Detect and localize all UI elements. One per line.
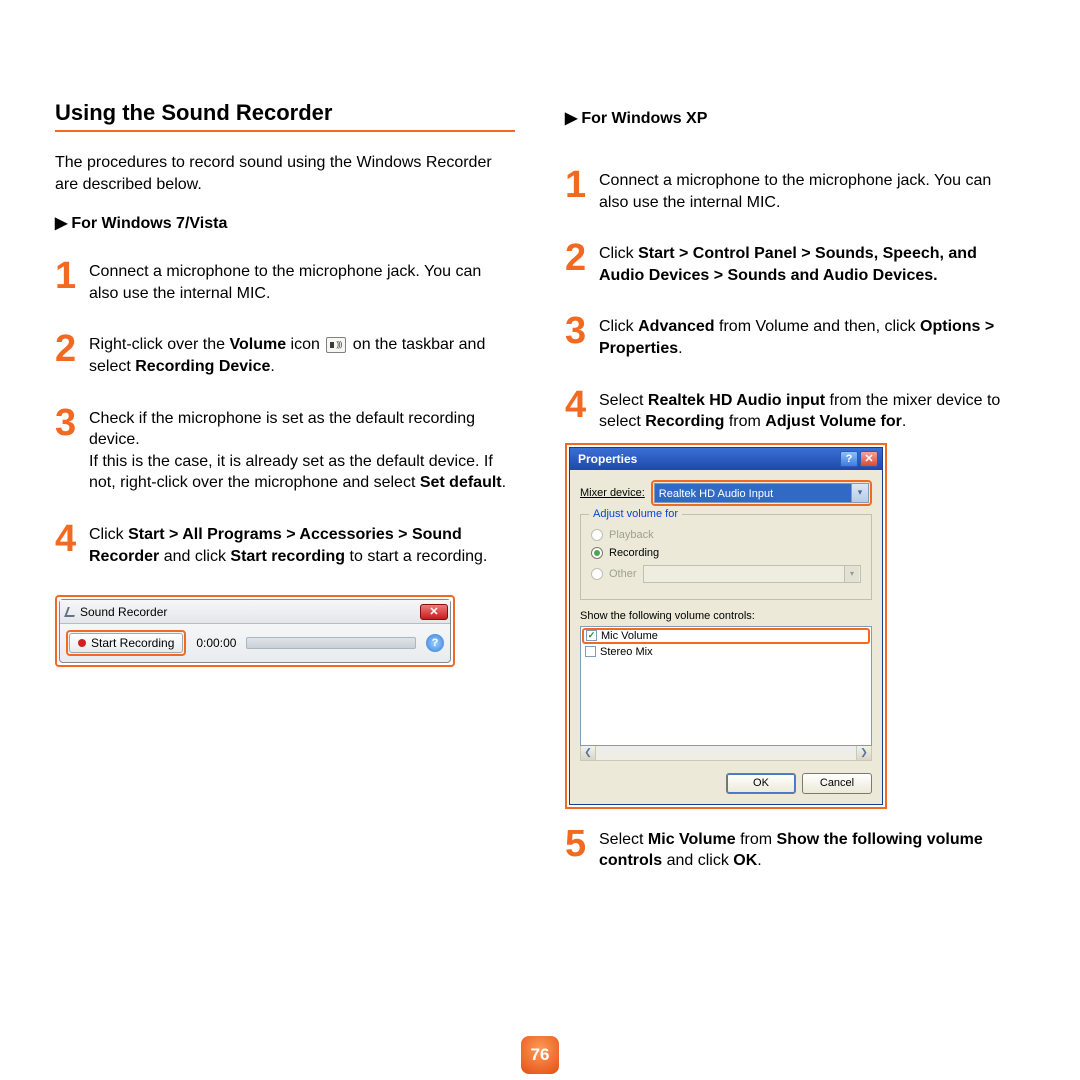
step-number: 4 (55, 522, 89, 567)
step-number: 3 (565, 314, 599, 359)
right-column: ▶For Windows XP 1 Connect a microphone t… (565, 90, 1025, 872)
section-title: Using the Sound Recorder (55, 100, 515, 126)
step-number: 1 (55, 259, 89, 304)
step-text: Right-click over the Volume icon ))) on … (89, 332, 515, 377)
left-step-2: 2 Right-click over the Volume icon ))) o… (55, 332, 515, 377)
cancel-button[interactable]: Cancel (802, 773, 872, 794)
close-icon[interactable]: ✕ (860, 451, 878, 467)
right-step-1: 1 Connect a microphone to the microphone… (565, 168, 1025, 213)
start-recording-button[interactable]: Start Recording (69, 633, 183, 653)
recorder-title: Sound Recorder (80, 605, 420, 619)
triangle-icon: ▶ (55, 213, 67, 233)
dialog-title: Properties (578, 452, 838, 466)
radio-playback[interactable]: Playback (591, 529, 861, 541)
intro-text: The procedures to record sound using the… (55, 152, 515, 195)
right-step-3: 3 Click Advanced from Volume and then, c… (565, 314, 1025, 359)
step-text: Click Start > Control Panel > Sounds, Sp… (599, 241, 1025, 286)
help-icon[interactable]: ? (840, 451, 858, 467)
listbox-horizontal-scrollbar[interactable]: ❮ ❯ (580, 746, 872, 761)
radio-icon (591, 568, 603, 580)
radio-other[interactable]: Other ▾ (591, 565, 861, 583)
mixer-select-highlight: Realtek HD Audio Input ▾ (651, 480, 872, 506)
list-item-stereo-mix[interactable]: Stereo Mix (581, 645, 871, 659)
step-text: Select Mic Volume from Show the followin… (599, 827, 1025, 872)
subheading-win7: ▶For Windows 7/Vista (55, 213, 515, 233)
record-dot-icon (78, 639, 86, 647)
radio-icon (591, 547, 603, 559)
step-number: 5 (565, 827, 599, 872)
subheading-winxp: ▶For Windows XP (565, 108, 1025, 128)
start-recording-highlight: Start Recording (66, 630, 186, 656)
close-icon[interactable]: ✕ (420, 604, 448, 620)
scroll-track (596, 746, 856, 760)
list-item-mic-volume[interactable]: ✓ Mic Volume (582, 628, 870, 644)
ok-button[interactable]: OK (726, 773, 796, 794)
adjust-volume-fieldset: Adjust volume for Playback Recording Oth… (580, 514, 872, 600)
chevron-down-icon: ▾ (851, 484, 868, 502)
step-text: Connect a microphone to the microphone j… (599, 168, 1025, 213)
scroll-right-icon[interactable]: ❯ (856, 746, 871, 760)
other-select: ▾ (643, 565, 861, 583)
recorder-titlebar: Sound Recorder ✕ (60, 600, 450, 624)
radio-recording[interactable]: Recording (591, 547, 861, 559)
triangle-icon: ▶ (565, 108, 577, 128)
help-icon[interactable]: ? (426, 634, 444, 652)
recorder-time: 0:00:00 (196, 636, 236, 650)
left-step-4: 4 Click Start > All Programs > Accessori… (55, 522, 515, 567)
step-number: 4 (565, 388, 599, 433)
step-text: Select Realtek HD Audio input from the m… (599, 388, 1025, 433)
fieldset-legend: Adjust volume for (589, 508, 682, 520)
right-step-5: 5 Select Mic Volume from Show the follow… (565, 827, 1025, 872)
scroll-left-icon[interactable]: ❮ (581, 746, 596, 760)
chevron-down-icon: ▾ (844, 566, 859, 582)
title-underline (55, 130, 515, 132)
step-text: Click Advanced from Volume and then, cli… (599, 314, 1025, 359)
mixer-device-label: Mixer device: (580, 487, 645, 499)
step-number: 3 (55, 406, 89, 494)
recorder-level-bar (246, 637, 416, 649)
left-step-3: 3 Check if the microphone is set as the … (55, 406, 515, 494)
mixer-device-select[interactable]: Realtek HD Audio Input ▾ (654, 483, 869, 503)
left-column: Using the Sound Recorder The procedures … (55, 90, 515, 872)
recorder-app-icon (64, 607, 78, 617)
volume-icon: ))) (326, 337, 346, 353)
step-text: Connect a microphone to the microphone j… (89, 259, 515, 304)
checkbox-checked-icon: ✓ (586, 630, 597, 641)
dialog-titlebar: Properties ? ✕ (570, 448, 882, 470)
left-step-1: 1 Connect a microphone to the microphone… (55, 259, 515, 304)
volume-controls-listbox[interactable]: ✓ Mic Volume Stereo Mix (580, 626, 872, 746)
show-controls-label: Show the following volume controls: (580, 610, 872, 622)
properties-dialog-screenshot: Properties ? ✕ Mixer device: Realtek HD … (565, 443, 887, 809)
step-number: 2 (55, 332, 89, 377)
right-step-2: 2 Click Start > Control Panel > Sounds, … (565, 241, 1025, 286)
sound-recorder-screenshot: Sound Recorder ✕ Start Recording 0:00:00… (55, 595, 455, 667)
radio-icon (591, 529, 603, 541)
step-number: 2 (565, 241, 599, 286)
step-text: Check if the microphone is set as the de… (89, 406, 515, 494)
right-step-4: 4 Select Realtek HD Audio input from the… (565, 388, 1025, 433)
step-number: 1 (565, 168, 599, 213)
step-text: Click Start > All Programs > Accessories… (89, 522, 515, 567)
checkbox-unchecked-icon (585, 646, 596, 657)
page-number-badge: 76 (521, 1036, 559, 1074)
